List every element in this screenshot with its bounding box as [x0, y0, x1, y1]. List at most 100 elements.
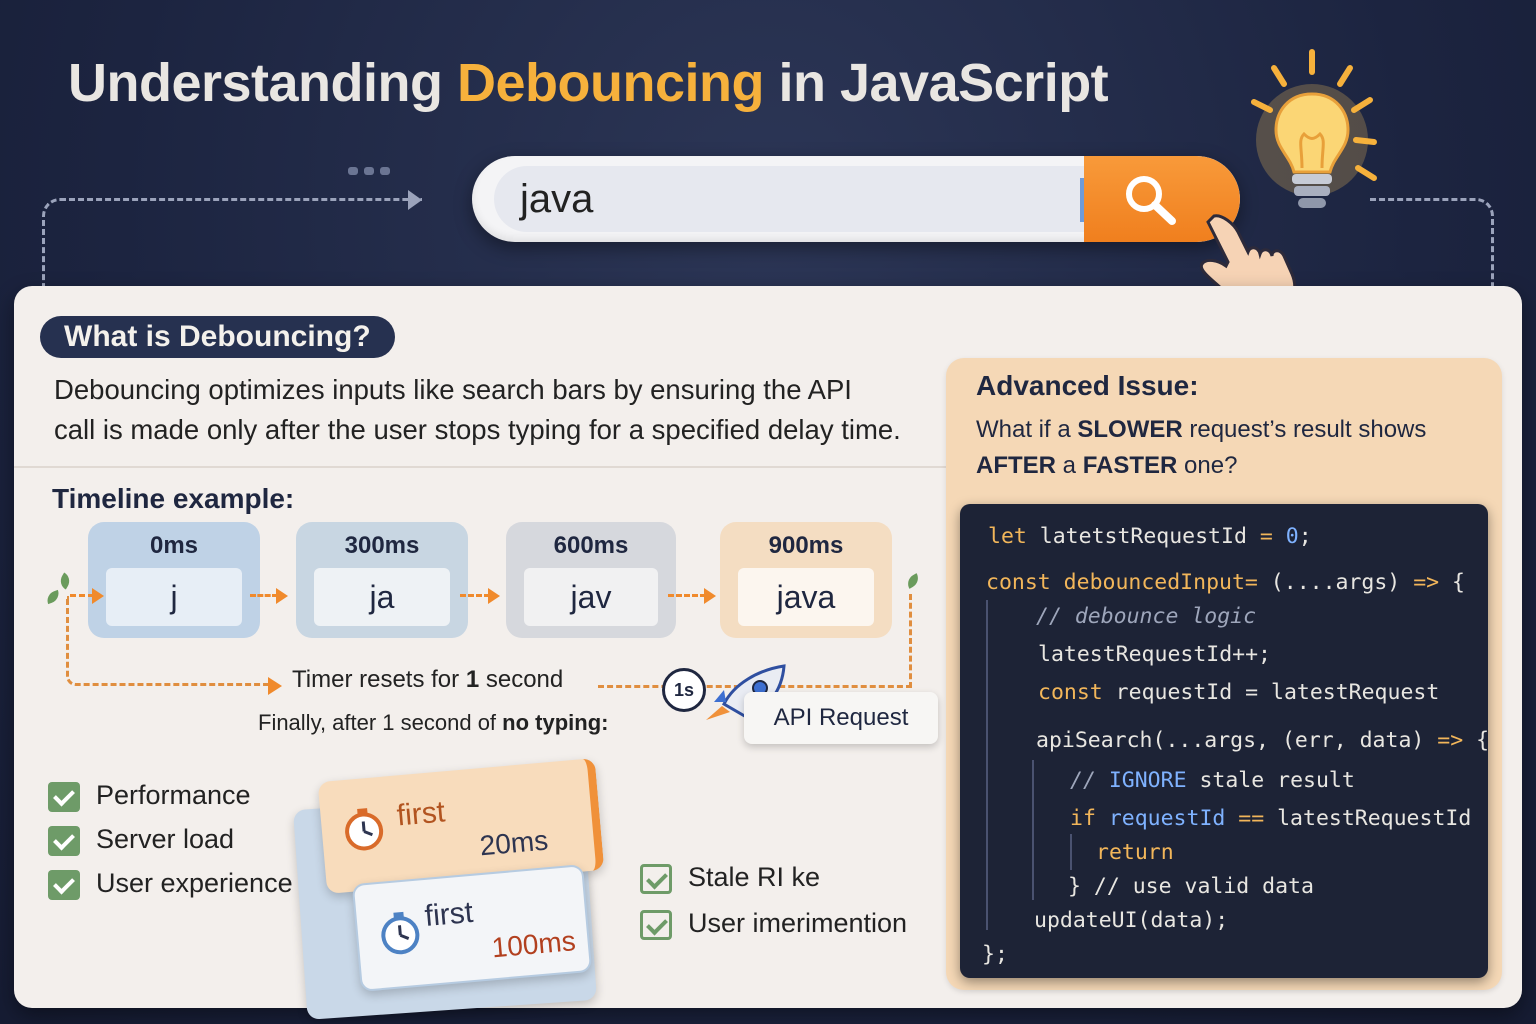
code-text: {: [1463, 728, 1490, 753]
stopwatch-icon: [345, 808, 384, 851]
code-operator: =: [1259, 524, 1273, 549]
code-text: (...args, (err, data): [1152, 728, 1438, 753]
indent-guide: [986, 600, 988, 930]
extra-check-label: User imerimention: [688, 908, 908, 938]
timer-loop-arrowhead: [268, 677, 282, 695]
q-bold: AFTER: [976, 452, 1056, 479]
code-line: if requestId == latestRequestId: [1070, 806, 1471, 831]
api-request-box: API Request: [744, 692, 938, 744]
card-label: first: [423, 895, 475, 934]
checkbox-icon: [48, 870, 80, 900]
search-icon: [1126, 176, 1176, 225]
indent-guide: [1032, 760, 1034, 900]
finally-text: Finally, after 1 second of no typing:: [258, 710, 608, 736]
advanced-question: What if a SLOWER request’s result shows …: [976, 412, 1496, 484]
checkbox-outline-icon: [640, 910, 672, 940]
card-time: 20ms: [478, 824, 550, 862]
q-text: a: [1056, 452, 1083, 479]
code-text: requestId = latestRequest: [1102, 680, 1440, 705]
timer-prefix: Timer resets for: [292, 666, 466, 693]
timeline-step: 300ms ja: [296, 522, 468, 638]
code-text: latetstRequestId: [1026, 524, 1260, 549]
q-text: What if a: [976, 416, 1078, 443]
code-line: } // use valid data: [1068, 874, 1314, 899]
code-line: let latetstRequestId = 0;: [988, 524, 1312, 549]
indent-guide: [1070, 834, 1072, 870]
checkbox-icon: [48, 782, 80, 812]
stopwatch-icon: [381, 911, 420, 955]
step-input: ja: [314, 568, 450, 626]
timer-bold: 1: [465, 666, 480, 693]
extra-check-label: Stale RI ke: [688, 862, 821, 892]
q-text: one?: [1177, 452, 1238, 479]
divider: [14, 466, 948, 468]
intro-text: Debouncing optimizes inputs like search …: [54, 370, 954, 450]
code-comment: // debounce logic: [1036, 604, 1257, 629]
code-operator: ==: [1238, 806, 1265, 831]
request-card-slow: first 100ms: [351, 864, 593, 992]
code-keyword: IGNORE: [1108, 768, 1187, 793]
code-operator: =: [1244, 570, 1258, 595]
code-keyword: return: [1096, 840, 1174, 865]
checkbox-icon: [48, 826, 80, 856]
title-part1: Understanding: [68, 53, 458, 113]
card-label: first: [395, 795, 447, 833]
q-bold: FASTER: [1082, 452, 1178, 479]
code-line: updateUI(data);: [1034, 908, 1229, 933]
timer-loop-line: [66, 596, 276, 686]
code-comment: //: [1070, 768, 1109, 793]
code-text: ;: [1298, 524, 1312, 549]
search-input[interactable]: java: [494, 166, 1084, 232]
decor-dots: [348, 160, 404, 175]
dashed-arrowhead: [408, 190, 422, 210]
step-time: 0ms: [149, 532, 199, 559]
code-text: latestRequestId: [1264, 806, 1472, 831]
q-text: request’s result shows: [1182, 416, 1427, 443]
title-accent: Debouncing: [457, 53, 764, 113]
code-text: stale result: [1186, 768, 1355, 793]
code-line: };: [982, 942, 1008, 967]
checkbox-outline-icon: [640, 864, 672, 894]
code-line: latestRequestId++;: [1038, 642, 1271, 667]
timer-suffix: second: [479, 666, 564, 693]
code-line: apiSearch(...args, (err, data) => {: [1036, 728, 1489, 753]
benefit-label: Performance: [96, 780, 251, 810]
code-keyword: if: [1070, 806, 1096, 831]
code-operator: =>: [1413, 570, 1440, 595]
code-keyword: let: [988, 524, 1027, 549]
timeline-title: Timeline example:: [52, 483, 295, 514]
lightbulb-icon: [1251, 49, 1377, 208]
code-operator: =>: [1437, 728, 1464, 753]
step-time: 900ms: [768, 532, 844, 559]
code-line: // IGNORE stale result: [1070, 768, 1355, 793]
step-time: 600ms: [553, 532, 629, 559]
code-keyword: const: [1038, 680, 1103, 705]
code-keyword: const: [986, 570, 1051, 595]
code-variable: requestId: [1095, 806, 1239, 831]
card-time: 100ms: [490, 925, 577, 964]
intro-line-1: Debouncing optimizes inputs like search …: [54, 374, 852, 405]
step-time: 300ms: [344, 532, 420, 559]
code-block: let latetstRequestId = 0; const debounce…: [960, 504, 1489, 978]
code-function: debouncedInput: [1050, 570, 1245, 595]
search-bar: java: [472, 156, 1240, 242]
code-function: apiSearch: [1036, 728, 1153, 753]
code-line: const requestId = latestRequest: [1038, 680, 1439, 705]
timeline-arrow: [460, 588, 500, 604]
dashed-connector-left: [42, 198, 422, 288]
finally-prefix: Finally, after 1 second of: [258, 710, 503, 735]
q-bold: SLOWER: [1077, 416, 1183, 443]
code-number: 0: [1272, 524, 1299, 549]
title-part2: in JavaScript: [764, 53, 1109, 113]
timer-reset-text: Timer resets for 1 second: [292, 666, 572, 694]
code-text: (....args): [1257, 570, 1414, 595]
code-text: {: [1439, 570, 1465, 595]
section-heading: What is Debouncing?: [40, 316, 395, 358]
finally-bold: no typing:: [502, 710, 609, 735]
page-title: Understanding Debouncing in JavaScript: [68, 52, 1109, 114]
benefit-label: Server load: [96, 824, 235, 854]
advanced-title: Advanced Issue:: [976, 370, 1199, 401]
code-line: const debouncedInput= (....args) => {: [986, 570, 1465, 595]
benefit-label: User experience: [96, 868, 293, 898]
intro-line-2: call is made only after the user stops t…: [54, 414, 901, 445]
